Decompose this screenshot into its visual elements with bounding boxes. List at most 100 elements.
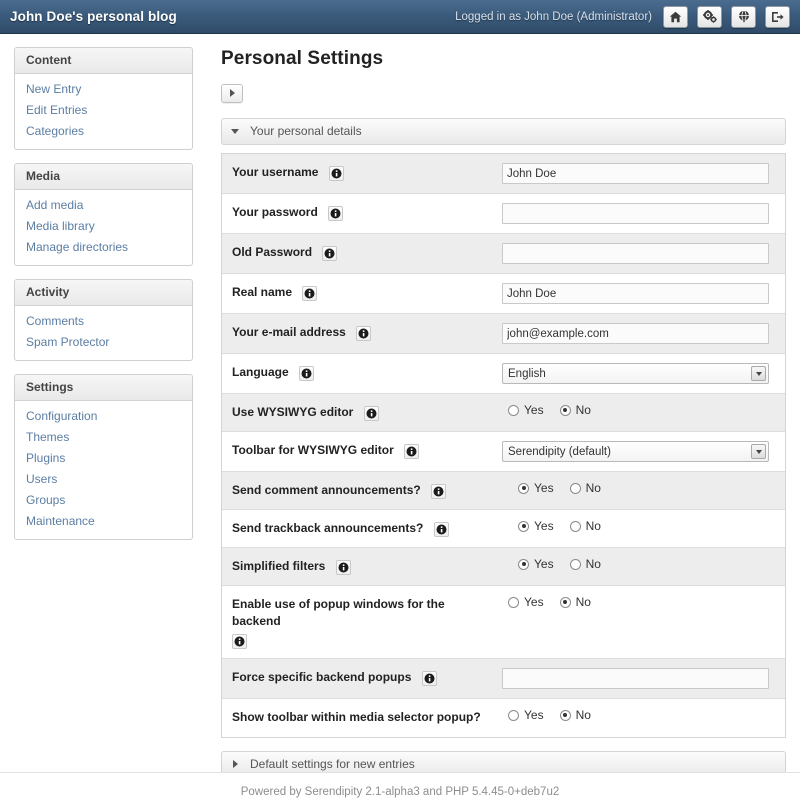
radio-group: Yes No	[518, 519, 601, 533]
info-icon[interactable]	[232, 634, 247, 649]
row-control	[502, 323, 773, 344]
row-label: Show toolbar within media selector popup…	[232, 708, 502, 726]
password-input[interactable]	[502, 203, 769, 224]
label-text: Your password	[232, 205, 318, 219]
logout-icon-button[interactable]	[765, 5, 790, 28]
personal-details-form: Your username Your password	[221, 153, 786, 738]
info-icon[interactable]	[431, 484, 447, 499]
sidebar-item-add-media[interactable]: Add media	[15, 195, 192, 216]
row-label: Toolbar for WYSIWYG editor	[232, 441, 502, 459]
form-row-comment-announcements: Send comment announcements? Yes No	[222, 472, 785, 510]
info-icon[interactable]	[356, 326, 372, 341]
sidebar: Content New Entry Edit Entries Categorie…	[14, 47, 193, 553]
row-label: Your e-mail address	[232, 323, 502, 341]
force-specific-popups-input[interactable]	[502, 668, 769, 689]
row-label: Old Password	[232, 243, 502, 261]
chevron-down-icon	[751, 444, 766, 459]
radio-group: Yes No	[508, 403, 591, 417]
radio-option-no[interactable]: No	[569, 519, 601, 533]
row-control	[502, 203, 773, 224]
sidebar-item-edit-entries[interactable]: Edit Entries	[15, 100, 192, 121]
home-icon-button[interactable]	[663, 5, 688, 28]
sidebar-item-comments[interactable]: Comments	[15, 311, 192, 332]
radio-option-no[interactable]: No	[559, 708, 591, 722]
info-icon[interactable]	[322, 246, 338, 261]
form-row-media-selector-toolbar: Show toolbar within media selector popup…	[222, 699, 785, 737]
row-label: Simplified filters	[232, 557, 502, 575]
radio-option-yes[interactable]: Yes	[508, 595, 544, 609]
info-icon[interactable]	[335, 560, 351, 575]
row-label: Enable use of popup windows for the back…	[232, 595, 502, 649]
row-label: Your username	[232, 163, 502, 181]
info-icon[interactable]	[363, 406, 379, 421]
footer: Powered by Serendipity 2.1-alpha3 and PH…	[0, 772, 800, 811]
radio-option-yes[interactable]: Yes	[508, 403, 544, 417]
info-icon[interactable]	[302, 286, 318, 301]
row-label: Language	[232, 363, 502, 381]
sidebar-item-users[interactable]: Users	[15, 469, 192, 490]
sidebar-item-manage-directories[interactable]: Manage directories	[15, 237, 192, 258]
radio-group: Yes No	[518, 557, 601, 571]
form-row-use-wysiwyg: Use WYSIWYG editor Yes No	[222, 394, 785, 432]
info-icon[interactable]	[433, 522, 449, 537]
form-row-backend-popups: Enable use of popup windows for the back…	[222, 586, 785, 659]
toggle-all-sections-button[interactable]	[221, 84, 243, 103]
row-control: Yes No	[502, 403, 773, 417]
language-select[interactable]: English	[502, 363, 769, 384]
sidebar-item-categories[interactable]: Categories	[15, 121, 192, 142]
sidebar-item-new-entry[interactable]: New Entry	[15, 79, 192, 100]
radio-option-no[interactable]: No	[569, 481, 601, 495]
radio-circle	[518, 558, 529, 570]
real-name-input[interactable]	[502, 283, 769, 304]
row-control	[502, 283, 773, 304]
row-label: Send comment announcements?	[232, 481, 502, 499]
radio-option-yes[interactable]: Yes	[518, 481, 554, 495]
accordion-header-personal-details[interactable]: Your personal details	[221, 118, 786, 145]
sidebar-item-themes[interactable]: Themes	[15, 427, 192, 448]
info-icon[interactable]	[328, 166, 344, 181]
logout-icon	[771, 11, 784, 23]
sidebar-block-items: Add media Media library Manage directori…	[15, 190, 192, 265]
info-icon[interactable]	[404, 444, 420, 459]
sidebar-block-title: Content	[15, 48, 192, 74]
form-row-password: Your password	[222, 194, 785, 234]
label-text: Enable use of popup windows for the back…	[232, 597, 445, 628]
sidebar-block-content: Content New Entry Edit Entries Categorie…	[14, 47, 193, 150]
sidebar-block-items: New Entry Edit Entries Categories	[15, 74, 192, 149]
view-blog-icon-button[interactable]	[731, 5, 756, 28]
radio-circle	[518, 520, 529, 532]
chevron-right-icon	[231, 759, 240, 769]
radio-option-no[interactable]: No	[559, 595, 591, 609]
sidebar-item-maintenance[interactable]: Maintenance	[15, 511, 192, 532]
sidebar-block-activity: Activity Comments Spam Protector	[14, 279, 193, 361]
form-row-trackback-announcements: Send trackback announcements? Yes No	[222, 510, 785, 548]
radio-option-yes[interactable]: Yes	[508, 708, 544, 722]
sidebar-block-title: Media	[15, 164, 192, 190]
info-icon[interactable]	[421, 671, 437, 686]
chevron-down-icon	[231, 127, 240, 136]
configuration-icon-button[interactable]	[697, 5, 722, 28]
sidebar-item-plugins[interactable]: Plugins	[15, 448, 192, 469]
info-icon[interactable]	[299, 366, 315, 381]
footer-text: Powered by Serendipity 2.1-alpha3 and PH…	[240, 786, 560, 798]
accordion-title: Your personal details	[250, 124, 362, 138]
radio-group: Yes No	[518, 481, 601, 495]
gears-icon	[702, 10, 717, 23]
username-input[interactable]	[502, 163, 769, 184]
old-password-input[interactable]	[502, 243, 769, 264]
radio-option-yes[interactable]: Yes	[518, 519, 554, 533]
sidebar-item-groups[interactable]: Groups	[15, 490, 192, 511]
label-text: Language	[232, 365, 289, 379]
sidebar-item-media-library[interactable]: Media library	[15, 216, 192, 237]
radio-option-no[interactable]: No	[559, 403, 591, 417]
sidebar-item-spam-protector[interactable]: Spam Protector	[15, 332, 192, 353]
form-row-simplified-filters: Simplified filters Yes No	[222, 548, 785, 586]
radio-circle	[559, 596, 571, 608]
radio-option-no[interactable]: No	[569, 557, 601, 571]
row-control: Yes No	[502, 481, 773, 495]
wysiwyg-toolbar-select[interactable]: Serendipity (default)	[502, 441, 769, 462]
email-field[interactable]	[502, 323, 769, 344]
sidebar-item-configuration[interactable]: Configuration	[15, 406, 192, 427]
info-icon[interactable]	[328, 206, 344, 221]
radio-option-yes[interactable]: Yes	[518, 557, 554, 571]
